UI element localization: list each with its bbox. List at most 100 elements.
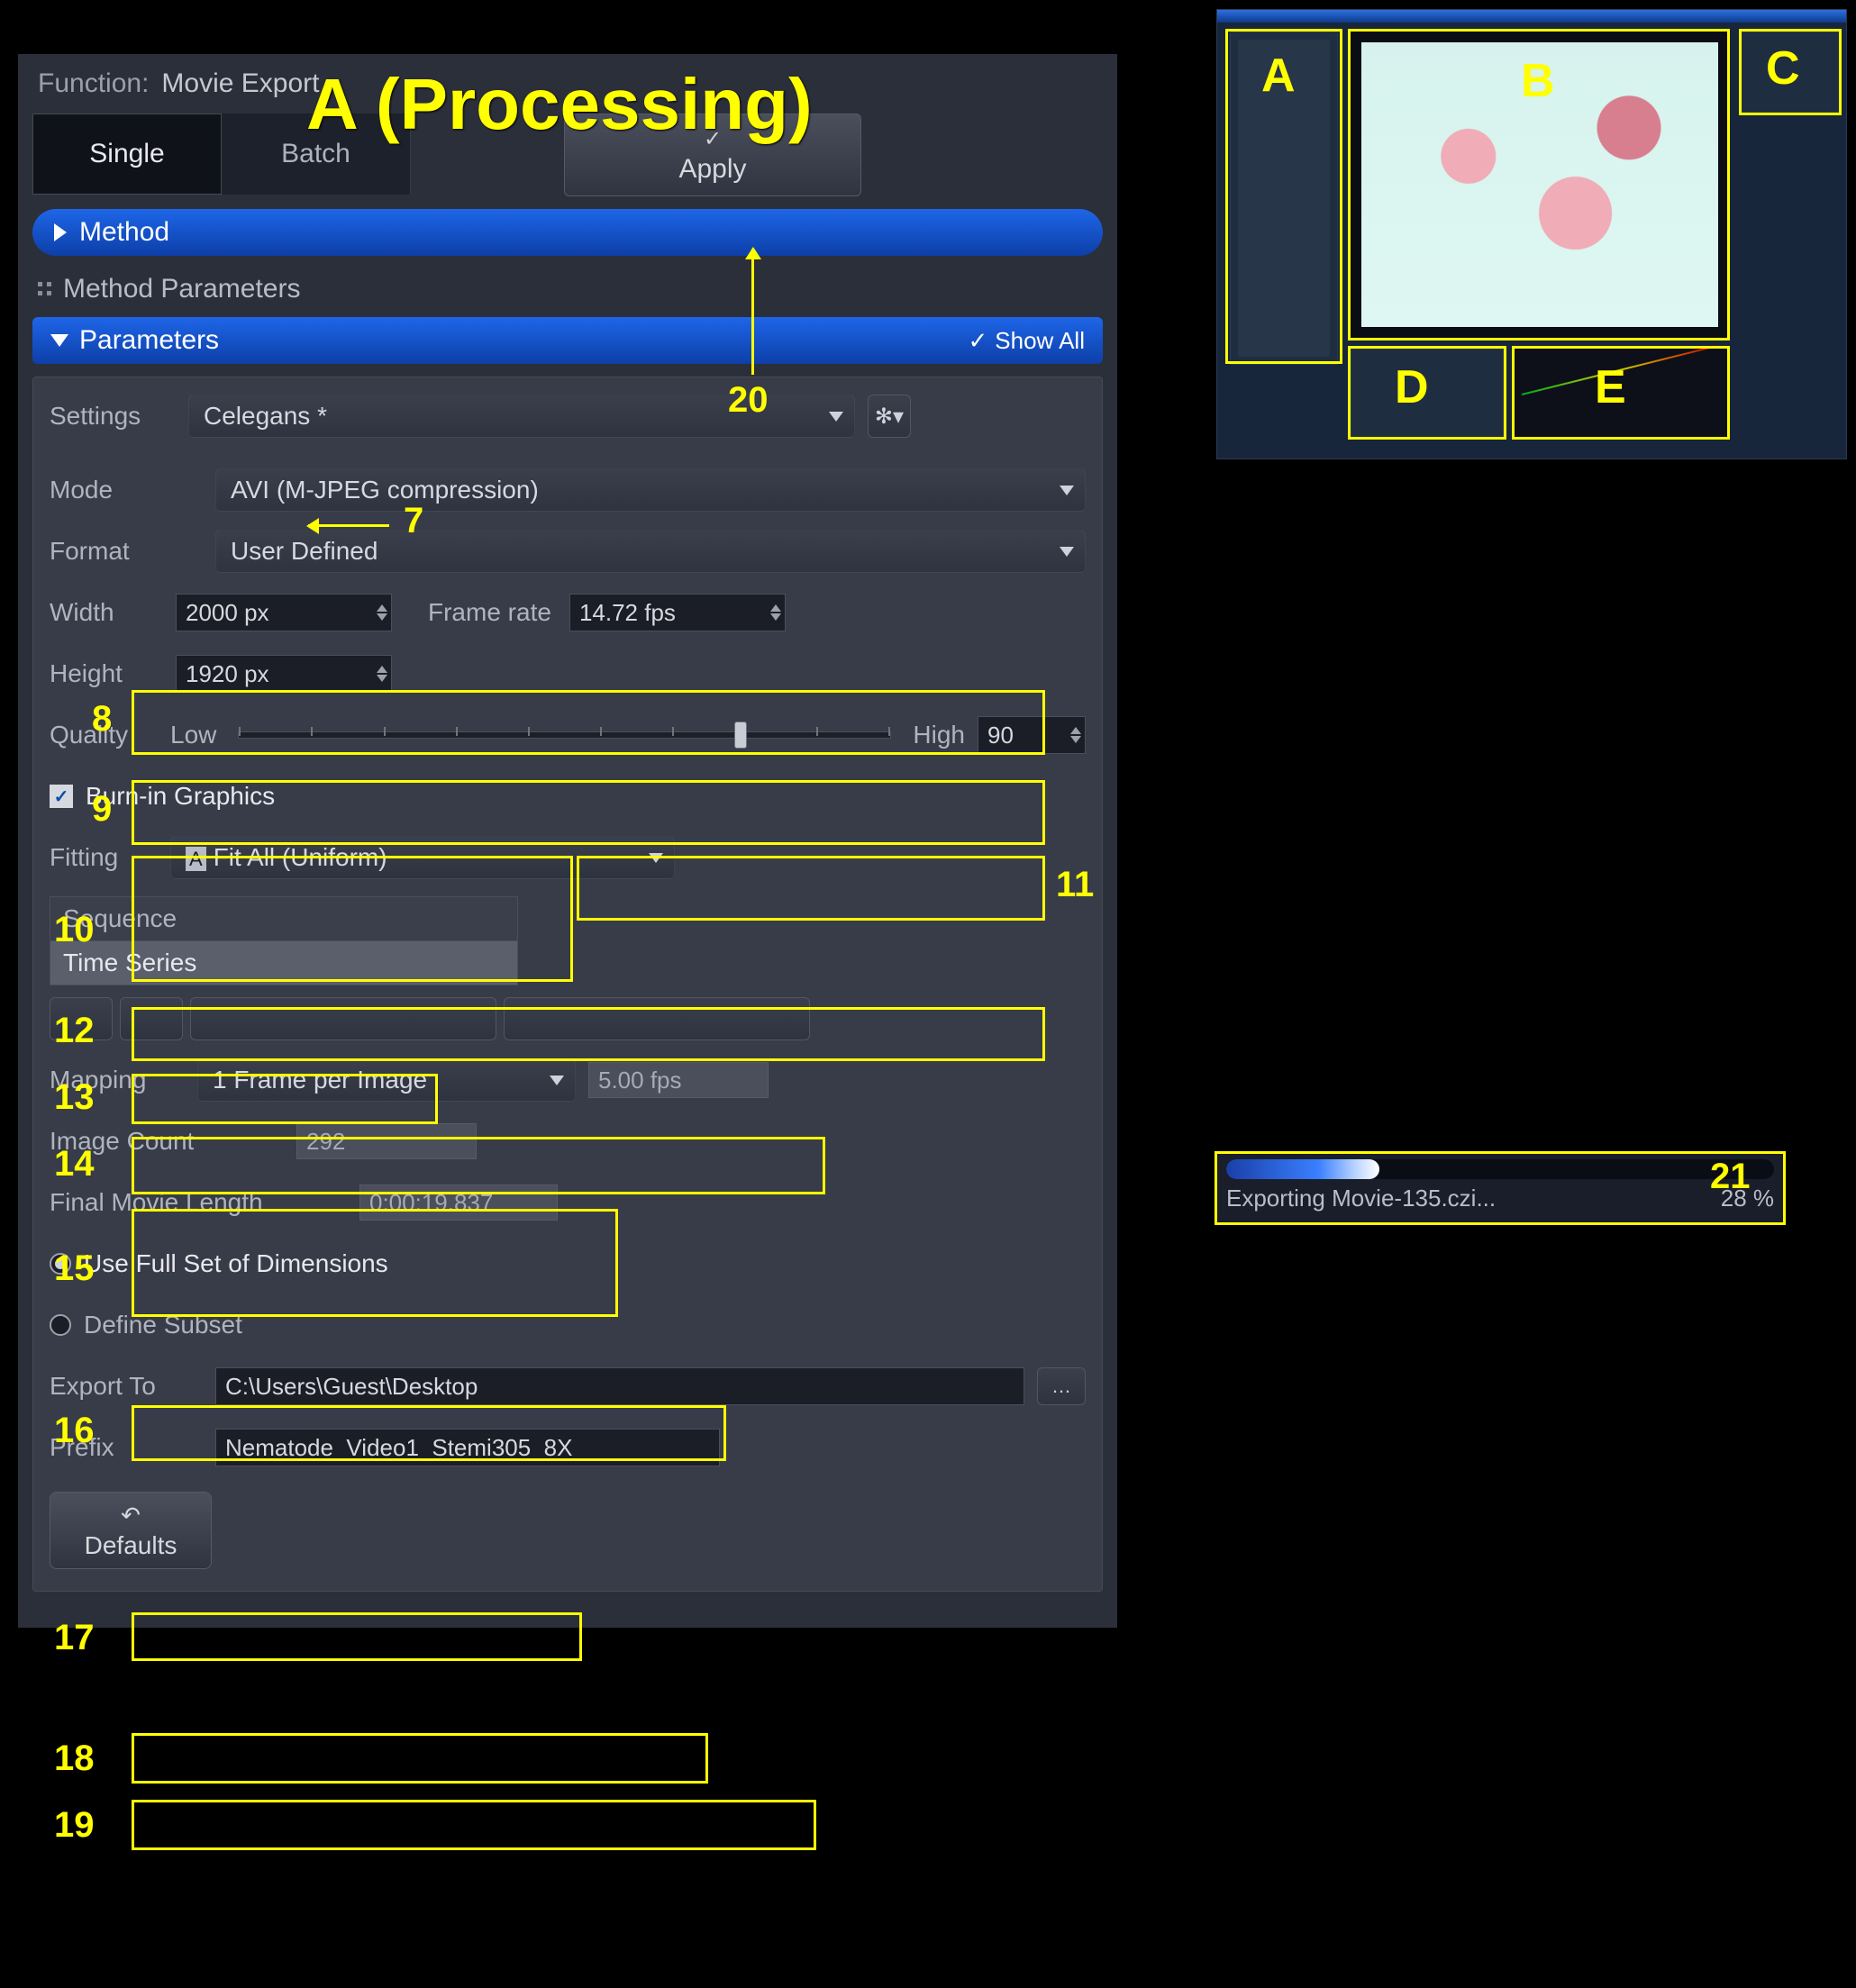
framerate-input[interactable]: 14.72 fps: [569, 594, 786, 631]
dims-subset-row: Define Subset: [50, 1303, 1086, 1348]
framerate-value: 14.72 fps: [579, 599, 676, 627]
dims-subset-label: Define Subset: [84, 1311, 242, 1339]
ann-19: 19: [54, 1805, 95, 1846]
function-value: Movie Export: [161, 68, 319, 99]
mapping-dropdown[interactable]: 1 Frame per Image: [197, 1058, 576, 1102]
format-dropdown[interactable]: User Defined: [215, 530, 1086, 573]
width-label: Width: [50, 598, 158, 627]
apply-label: Apply: [678, 154, 746, 185]
method-header[interactable]: Method: [32, 209, 1103, 256]
height-label: Height: [50, 659, 158, 688]
gear-icon: ✻▾: [875, 404, 904, 430]
chevron-down-icon: [550, 1076, 564, 1085]
sequence-buttons: [50, 996, 1086, 1041]
mapping-value: 1 Frame per Image: [213, 1066, 427, 1094]
final-length-row: Final Movie Length 0:00:19.837: [50, 1180, 1086, 1225]
prefix-field[interactable]: Nematode_Video1_Stemi305_8X: [215, 1429, 720, 1466]
image-count-row: Image Count 292: [50, 1119, 1086, 1164]
ann-8: 8: [92, 699, 112, 740]
quality-high: High: [913, 721, 965, 749]
mapping-row: Mapping 1 Frame per Image 5.00 fps: [50, 1058, 1086, 1103]
mapping-fps-readonly: 5.00 fps: [588, 1062, 769, 1098]
method-parameters-title: Method Parameters: [38, 274, 1097, 304]
parameters-body: Settings Celegans * ✻▾ Mode AVI (M-JPEG …: [32, 377, 1103, 1592]
ov-D: D: [1395, 360, 1429, 414]
seq-btn-3[interactable]: [190, 997, 496, 1040]
expand-down-icon: [50, 334, 68, 347]
fitting-dropdown[interactable]: AFit All (Uniform): [170, 836, 675, 879]
image-count-value: 292: [306, 1128, 345, 1156]
mapping-fps: 5.00 fps: [598, 1067, 682, 1094]
burnin-checkbox[interactable]: ✓: [50, 785, 73, 808]
grip-icon: [38, 282, 52, 296]
undo-icon: ↶: [121, 1502, 141, 1530]
ann-17: 17: [54, 1618, 95, 1658]
showall-toggle[interactable]: ✓ Show All: [968, 327, 1085, 355]
method-parameters-label: Method Parameters: [63, 274, 300, 304]
settings-row: Settings Celegans * ✻▾: [50, 394, 1086, 439]
prefix-row: Prefix Nematode_Video1_Stemi305_8X: [50, 1425, 1086, 1470]
fitting-value: Fit All (Uniform): [214, 843, 387, 871]
format-row: Format User Defined: [50, 529, 1086, 574]
chevron-down-icon: [1060, 547, 1074, 557]
format-label: Format: [50, 537, 203, 566]
ann-20: 20: [728, 380, 769, 421]
sequence-item-timeseries[interactable]: Time Series: [50, 941, 517, 985]
quality-low: Low: [170, 721, 216, 749]
sequence-row: Sequence Time Series: [50, 896, 1086, 985]
method-label: Method: [79, 217, 169, 248]
burnin-row: ✓ Burn-in Graphics: [50, 774, 1086, 819]
export-to-label: Export To: [50, 1372, 203, 1401]
mode-row: Mode AVI (M-JPEG compression): [50, 467, 1086, 513]
mode-value: AVI (M-JPEG compression): [231, 476, 539, 504]
width-input[interactable]: 2000 px: [176, 594, 392, 631]
fitting-row: Fitting AFit All (Uniform): [50, 835, 1086, 880]
ov-A: A: [1261, 49, 1296, 103]
width-framerate-row: Width 2000 px Frame rate 14.72 fps: [50, 590, 1086, 635]
ov-B: B: [1521, 54, 1555, 108]
image-count-value-box: 292: [296, 1123, 477, 1159]
final-length-label: Final Movie Length: [50, 1188, 347, 1217]
height-value: 1920 px: [186, 660, 269, 688]
annotation-title: A (Processing): [306, 63, 813, 146]
tab-single[interactable]: Single: [32, 113, 222, 195]
defaults-button[interactable]: ↶ Defaults: [50, 1492, 212, 1569]
chevron-down-icon: [649, 853, 663, 863]
showall-label: Show All: [995, 327, 1085, 355]
ann-10: 10: [54, 910, 95, 950]
progress-text: Exporting Movie-135.czi...: [1226, 1185, 1496, 1212]
export-to-value: C:\Users\Guest\Desktop: [225, 1373, 478, 1401]
ann-11: 11: [1056, 865, 1094, 905]
chevron-down-icon: [1060, 486, 1074, 495]
dims-full-label: Use Full Set of Dimensions: [84, 1249, 388, 1278]
parameters-header[interactable]: Parameters ✓ Show All: [32, 317, 1103, 364]
ann-18: 18: [54, 1738, 95, 1779]
quality-slider[interactable]: [238, 731, 891, 739]
seq-btn-2[interactable]: [120, 997, 183, 1040]
browse-button[interactable]: …: [1037, 1367, 1086, 1405]
quality-input[interactable]: 90: [978, 716, 1086, 754]
sequence-list[interactable]: Sequence Time Series: [50, 896, 518, 985]
height-row: Height 1920 px: [50, 651, 1086, 696]
ann-12: 12: [54, 1011, 95, 1051]
mode-dropdown[interactable]: AVI (M-JPEG compression): [215, 468, 1086, 512]
height-input[interactable]: 1920 px: [176, 655, 392, 693]
progress-fill: [1226, 1159, 1379, 1179]
width-value: 2000 px: [186, 599, 269, 627]
export-progress: Exporting Movie-135.czi... 28 %: [1216, 1153, 1784, 1223]
dims-subset-radio[interactable]: [50, 1314, 71, 1336]
seq-btn-4[interactable]: [504, 997, 810, 1040]
ellipsis-icon: …: [1051, 1375, 1071, 1398]
fitting-label: Fitting: [50, 843, 158, 872]
ann-13: 13: [54, 1077, 95, 1118]
ov-C: C: [1766, 41, 1800, 95]
ann-14: 14: [54, 1144, 95, 1185]
slider-handle[interactable]: [734, 722, 747, 749]
settings-gear-button[interactable]: ✻▾: [868, 395, 911, 438]
settings-label: Settings: [50, 402, 176, 431]
quality-value: 90: [987, 722, 1014, 749]
export-to-field[interactable]: C:\Users\Guest\Desktop: [215, 1367, 1024, 1405]
ov-E: E: [1595, 360, 1626, 414]
expand-right-icon: [54, 223, 67, 241]
ann-9: 9: [92, 789, 112, 830]
